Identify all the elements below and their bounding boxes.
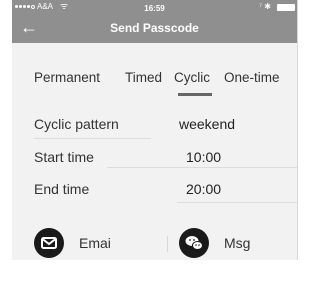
msg-label: Msg [224, 235, 251, 251]
start-time-value[interactable]: 10:00 [186, 149, 221, 165]
tab-cyclic[interactable]: Cyclic [174, 70, 210, 85]
share-divider [167, 236, 168, 252]
header-bar: A&A ᯤ 16:59 ⁷ ✱ ← Send Passcode [12, 0, 297, 43]
msg-share-button[interactable]: Msg [179, 226, 289, 260]
page-title: Send Passcode [110, 21, 199, 35]
battery-icon [277, 4, 295, 11]
passcode-type-tabs: Permanent Timed Cyclic One-time [12, 70, 297, 90]
tab-one-time[interactable]: One-time [224, 70, 280, 85]
cyclic-pattern-label-divider [34, 138, 151, 139]
end-time-divider [177, 202, 297, 203]
selected-tab-indicator [178, 93, 212, 96]
tab-permanent[interactable]: Permanent [34, 70, 100, 85]
cyclic-pattern-label: Cyclic pattern [34, 116, 119, 132]
end-time-value[interactable]: 20:00 [186, 181, 221, 197]
start-time-divider [107, 167, 297, 168]
share-options: Emai Msg [12, 226, 297, 260]
tab-timed[interactable]: Timed [125, 70, 162, 85]
email-share-button[interactable]: Emai [34, 226, 154, 260]
chat-bubble-icon [179, 228, 209, 258]
app-screen: A&A ᯤ 16:59 ⁷ ✱ ← Send Passcode Permanen… [12, 0, 298, 260]
nav-bar: ← Send Passcode [12, 14, 297, 43]
bluetooth-icon: ⁷ ✱ [259, 2, 271, 11]
email-icon [34, 228, 64, 258]
end-time-label: End time [34, 181, 90, 197]
email-label: Emai [79, 235, 111, 251]
cyclic-pattern-value[interactable]: weekend [179, 116, 235, 132]
start-time-label: Start time [34, 149, 94, 165]
status-bar: A&A ᯤ 16:59 ⁷ ✱ [12, 0, 297, 14]
